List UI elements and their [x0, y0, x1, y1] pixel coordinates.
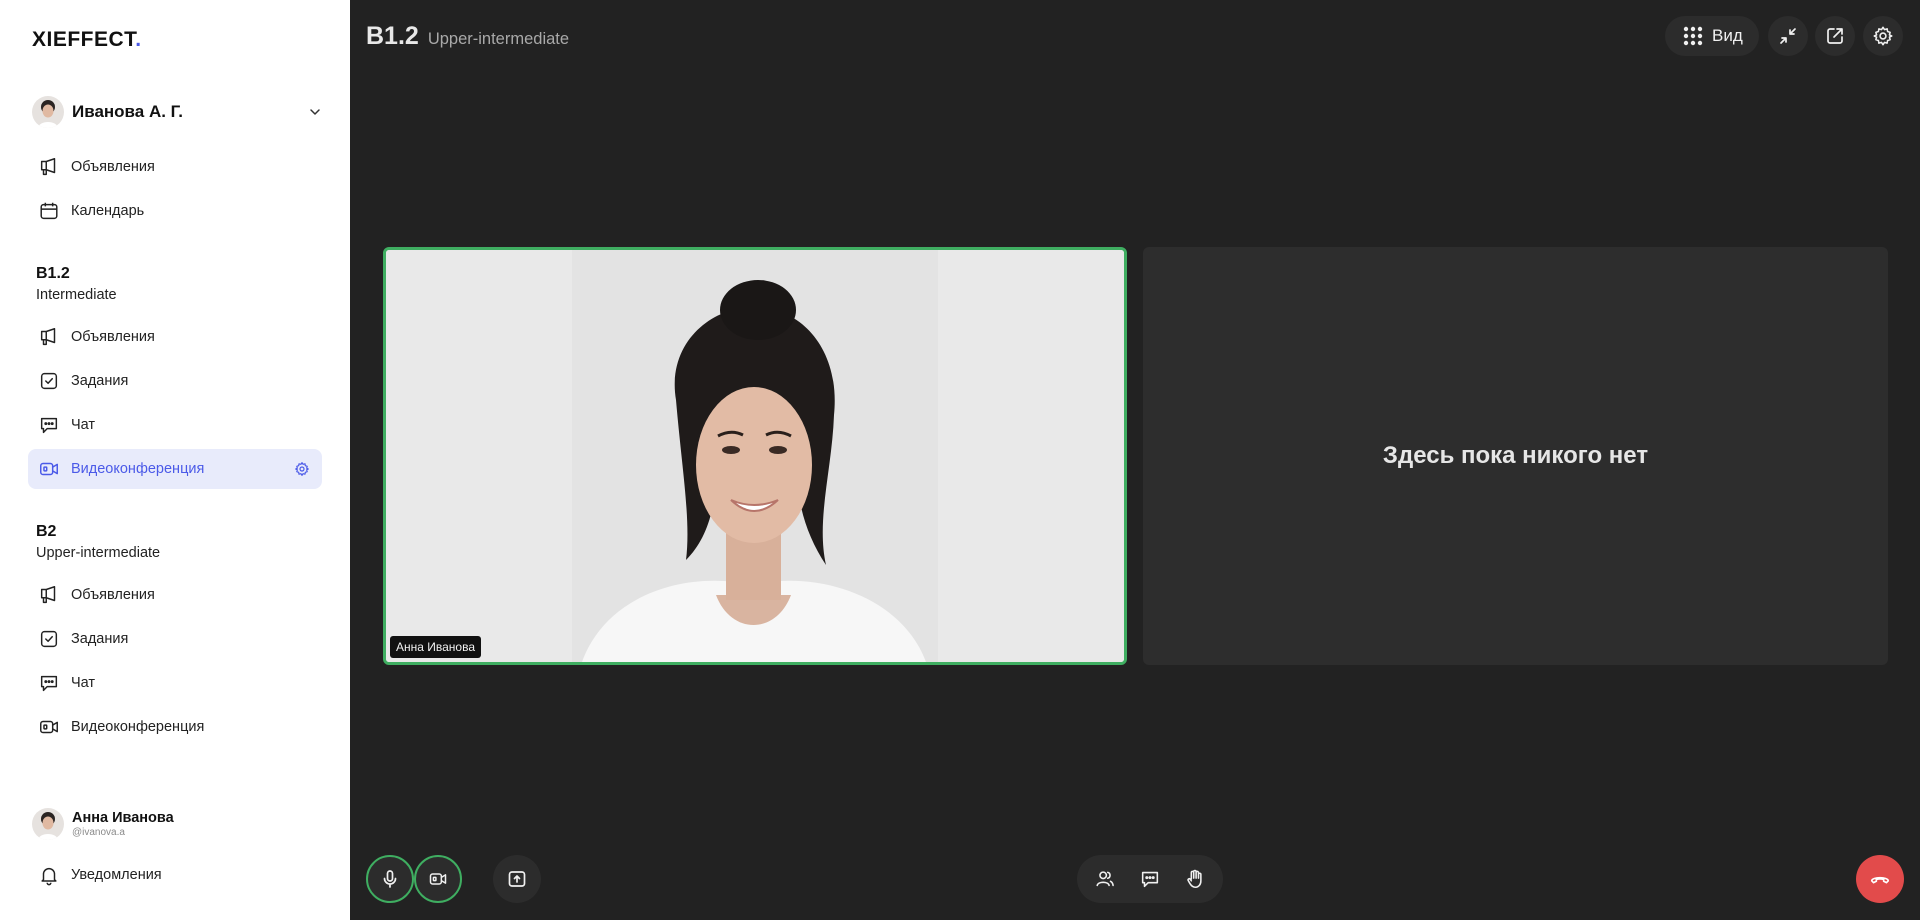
sidebar-item-announcements[interactable]: Объявления	[28, 147, 322, 187]
grid-icon	[1683, 26, 1703, 46]
settings-button[interactable]	[1863, 16, 1903, 56]
empty-tile-message: Здесь пока никого нет	[1382, 442, 1649, 469]
sidebar-item-chat[interactable]: Чат	[28, 405, 322, 445]
sidebar-item-label: Чат	[71, 417, 96, 433]
empty-video-tile: Здесь пока никого нет	[1143, 247, 1888, 665]
sidebar-item-label: Объявления	[71, 159, 155, 175]
task-check-icon	[40, 372, 58, 390]
sidebar-item-label: Чат	[71, 675, 96, 691]
group-subtitle: Upper-intermediate	[36, 545, 161, 561]
sidebar-item-announcements[interactable]: Объявления	[28, 575, 322, 615]
camera-toggle[interactable]	[414, 855, 462, 903]
sidebar-item-label: Объявления	[71, 329, 155, 345]
avatar	[32, 96, 64, 128]
hangup-button[interactable]	[1856, 855, 1904, 903]
bell-icon	[41, 867, 57, 886]
sidebar-item-chat[interactable]: Чат	[28, 663, 322, 703]
app-logo[interactable]: XIEFFECT.	[32, 28, 142, 52]
calendar-icon	[40, 202, 58, 220]
sidebar-item-tasks[interactable]: Задания	[28, 361, 322, 401]
camera-icon	[429, 873, 447, 885]
participant-video-tile[interactable]: Анна Иванова	[383, 247, 1127, 665]
sidebar-item-announcements[interactable]: Объявления	[28, 317, 322, 357]
sidebar-item-label: Уведомления	[71, 867, 162, 883]
sidebar-item-videoconference[interactable]: Видеоконференция	[28, 449, 322, 489]
group-title[interactable]: B1.2	[36, 265, 70, 283]
microphone-toggle[interactable]	[366, 855, 414, 903]
current-user-name: Иванова А. Г.	[72, 102, 183, 121]
chat-icon	[40, 417, 58, 434]
sidebar-item-label: Задания	[71, 373, 129, 389]
chat-icon	[40, 675, 58, 692]
megaphone-icon	[40, 328, 56, 346]
sidebar-item-calendar[interactable]: Календарь	[28, 191, 322, 231]
chat-icon	[1141, 871, 1159, 888]
sidebar-item-label: Видеоконференция	[71, 461, 205, 477]
view-mode-label: Вид	[1712, 26, 1743, 45]
screen-share-icon	[508, 871, 526, 887]
course-level: Upper-intermediate	[427, 30, 570, 48]
raise-hand-button[interactable]	[1175, 859, 1215, 899]
user-switcher[interactable]: Иванова А. Г.	[32, 95, 322, 129]
video-call-icon	[40, 720, 58, 734]
logo-dot: .	[135, 28, 142, 51]
conference-actions-group	[1077, 855, 1223, 903]
external-link-icon	[1827, 28, 1843, 44]
sidebar: XIEFFECT. Иванова А. Г. Объявления Кален…	[0, 0, 350, 920]
sidebar-item-notifications[interactable]: Уведомления	[28, 855, 322, 895]
page-title: B1.2 Upper-intermediate	[366, 22, 569, 51]
hang-up-icon	[1870, 876, 1890, 884]
sidebar-item-label: Задания	[71, 631, 129, 647]
participant-video	[386, 250, 1124, 662]
course-code: B1.2	[366, 22, 419, 50]
view-mode-button[interactable]: Вид	[1665, 16, 1759, 56]
gear-icon	[1873, 26, 1893, 46]
avatar	[32, 808, 64, 840]
collapse-button[interactable]	[1768, 16, 1808, 56]
profile-card[interactable]: Анна Иванова @ivanova.a	[32, 807, 174, 841]
megaphone-icon	[40, 586, 56, 604]
sidebar-item-label: Объявления	[71, 587, 155, 603]
group-subtitle: Intermediate	[36, 287, 117, 303]
sidebar-item-label: Календарь	[71, 203, 145, 219]
hand-icon	[1186, 869, 1202, 889]
gear-icon[interactable]	[294, 461, 310, 477]
logo-text: XIEFFECT	[32, 28, 136, 51]
sidebar-item-label: Видеоконференция	[71, 719, 205, 735]
participant-name-tag: Анна Иванова	[390, 636, 482, 658]
chat-button[interactable]	[1130, 859, 1170, 899]
profile-name: Анна Иванова	[72, 810, 174, 826]
collapse-icon	[1780, 28, 1796, 44]
sidebar-item-videoconference[interactable]: Видеоконференция	[28, 707, 322, 747]
open-external-button[interactable]	[1815, 16, 1855, 56]
microphone-icon	[383, 870, 397, 888]
screen-share-button[interactable]	[493, 855, 541, 903]
megaphone-icon	[40, 158, 56, 176]
chevron-down-icon	[310, 109, 320, 115]
participants-button[interactable]	[1085, 859, 1125, 899]
sidebar-item-tasks[interactable]: Задания	[28, 619, 322, 659]
participants-icon	[1096, 871, 1115, 887]
video-call-icon	[40, 462, 58, 476]
group-title[interactable]: B2	[36, 523, 56, 541]
task-check-icon	[40, 630, 58, 648]
profile-handle: @ivanova.a	[72, 827, 125, 838]
